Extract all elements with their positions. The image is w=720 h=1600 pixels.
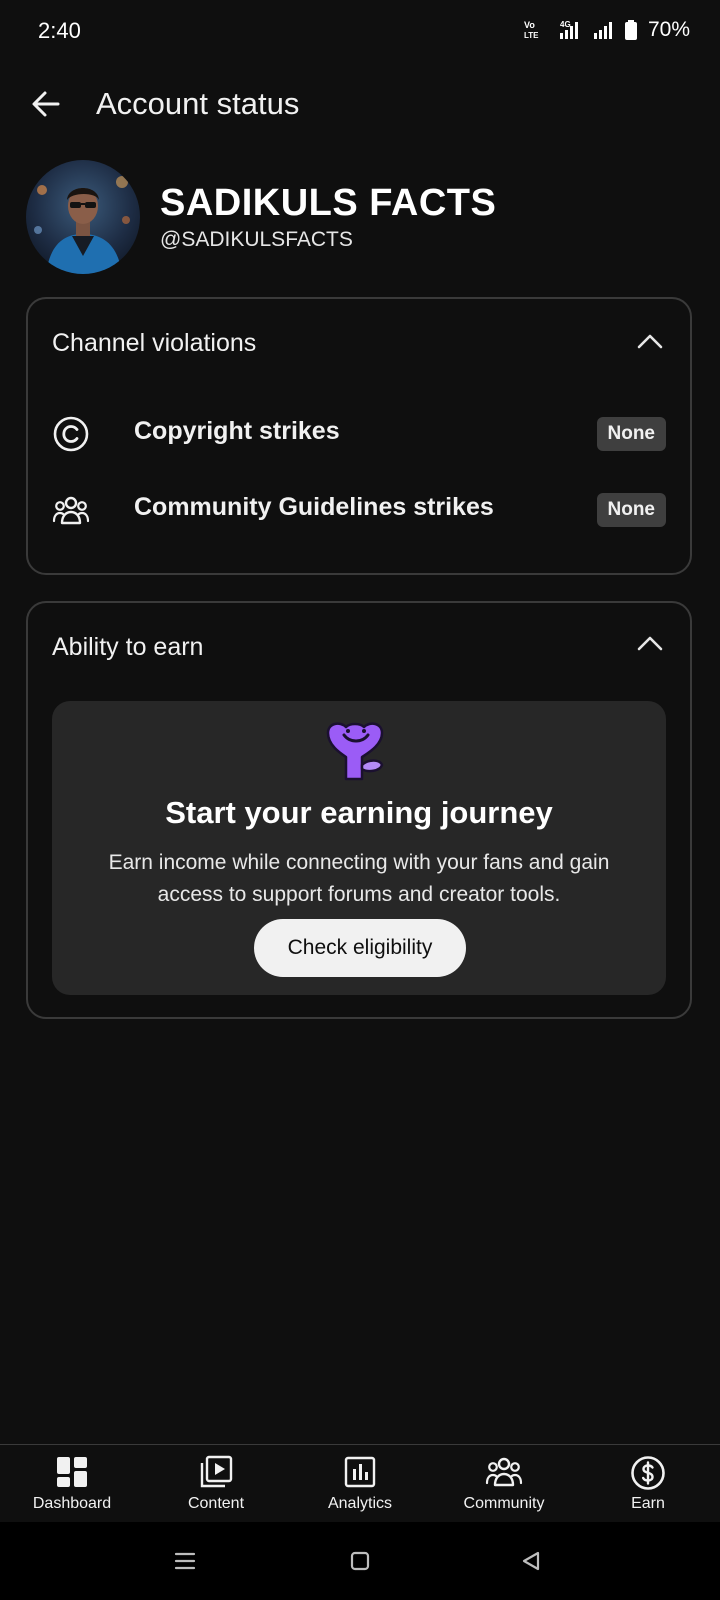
dashboard-grid-icon — [57, 1457, 87, 1487]
svg-text:4G: 4G — [560, 20, 571, 29]
battery-percent: 70% — [647, 18, 690, 41]
status-time: 2:40 — [38, 18, 81, 43]
home-button[interactable] — [343, 1544, 377, 1578]
system-nav-bar — [0, 1522, 720, 1600]
status-bar: 2:40 Vo LTE 4G 70% — [0, 0, 720, 62]
channel-name: SADIKULS FACTS — [160, 182, 497, 224]
nav-item-earn[interactable]: Earn — [576, 1445, 720, 1523]
signal-icon — [593, 22, 612, 39]
battery-icon — [624, 20, 637, 40]
earning-journey-panel: Start your earning journey Earn income w… — [52, 701, 666, 995]
avatar[interactable] — [26, 160, 140, 274]
channel-handle: @SADIKULSFACTS — [160, 228, 353, 251]
menu-lines-icon — [174, 1552, 196, 1570]
community-guidelines-strikes-row[interactable]: Community Guidelines strikes None — [52, 481, 676, 537]
svg-text:LTE: LTE — [524, 31, 539, 40]
analytics-chart-icon — [344, 1456, 376, 1488]
dollar-circle-icon — [631, 1456, 665, 1490]
chevron-up-icon — [637, 334, 663, 349]
strike-label: Copyright strikes — [134, 417, 340, 445]
svg-text:Vo: Vo — [524, 20, 535, 30]
nav-label: Community — [463, 1495, 545, 1512]
channel-violations-card: Channel violations Copyright strikes Non… — [26, 297, 692, 575]
nav-label: Earn — [631, 1495, 665, 1512]
signal-4g-icon: 4G — [559, 20, 578, 39]
community-people-icon — [485, 1457, 523, 1487]
collapse-button[interactable] — [630, 321, 670, 361]
arrow-left-icon — [32, 91, 60, 117]
status-badge: None — [596, 417, 666, 451]
triangle-back-icon — [522, 1551, 540, 1571]
nav-item-content[interactable]: Content — [144, 1445, 288, 1523]
collapse-button[interactable] — [630, 623, 670, 663]
channel-profile: SADIKULS FACTS @SADIKULSFACTS — [26, 160, 706, 274]
volte-icon: Vo LTE — [524, 20, 539, 40]
nav-item-dashboard[interactable]: Dashboard — [0, 1445, 144, 1523]
chevron-up-icon — [637, 636, 663, 651]
status-icons: Vo LTE 4G 70% — [522, 18, 690, 42]
bottom-nav: Dashboard Content Analytics Community Ea… — [0, 1444, 720, 1523]
people-group-icon — [52, 496, 90, 525]
nav-label: Dashboard — [32, 1495, 112, 1512]
earn-heading: Start your earning journey — [165, 795, 553, 830]
recent-apps-button[interactable] — [168, 1544, 202, 1578]
nav-label: Analytics — [327, 1495, 393, 1512]
copyright-icon — [53, 416, 89, 452]
content-play-icon — [200, 1455, 233, 1488]
copyright-strikes-row[interactable]: Copyright strikes None — [52, 405, 676, 461]
strike-label: Community Guidelines strikes — [134, 493, 494, 521]
page-title: Account status — [96, 86, 300, 121]
earning-mascot-icon — [326, 722, 384, 781]
nav-item-analytics[interactable]: Analytics — [288, 1445, 432, 1523]
nav-label: Content — [187, 1495, 245, 1512]
back-button[interactable] — [24, 82, 68, 126]
ability-to-earn-card: Ability to earn Start your earning journ… — [26, 601, 692, 1019]
home-square-icon — [350, 1551, 370, 1571]
nav-item-community[interactable]: Community — [432, 1445, 576, 1523]
status-badge: None — [596, 493, 666, 527]
card-title: Channel violations — [52, 329, 257, 357]
system-back-button[interactable] — [514, 1544, 548, 1578]
earn-description: Earn income while connecting with your f… — [108, 851, 610, 906]
app-header: Account status — [0, 72, 720, 136]
card-title: Ability to earn — [52, 633, 204, 661]
check-eligibility-button[interactable]: Check eligibility — [254, 919, 466, 977]
